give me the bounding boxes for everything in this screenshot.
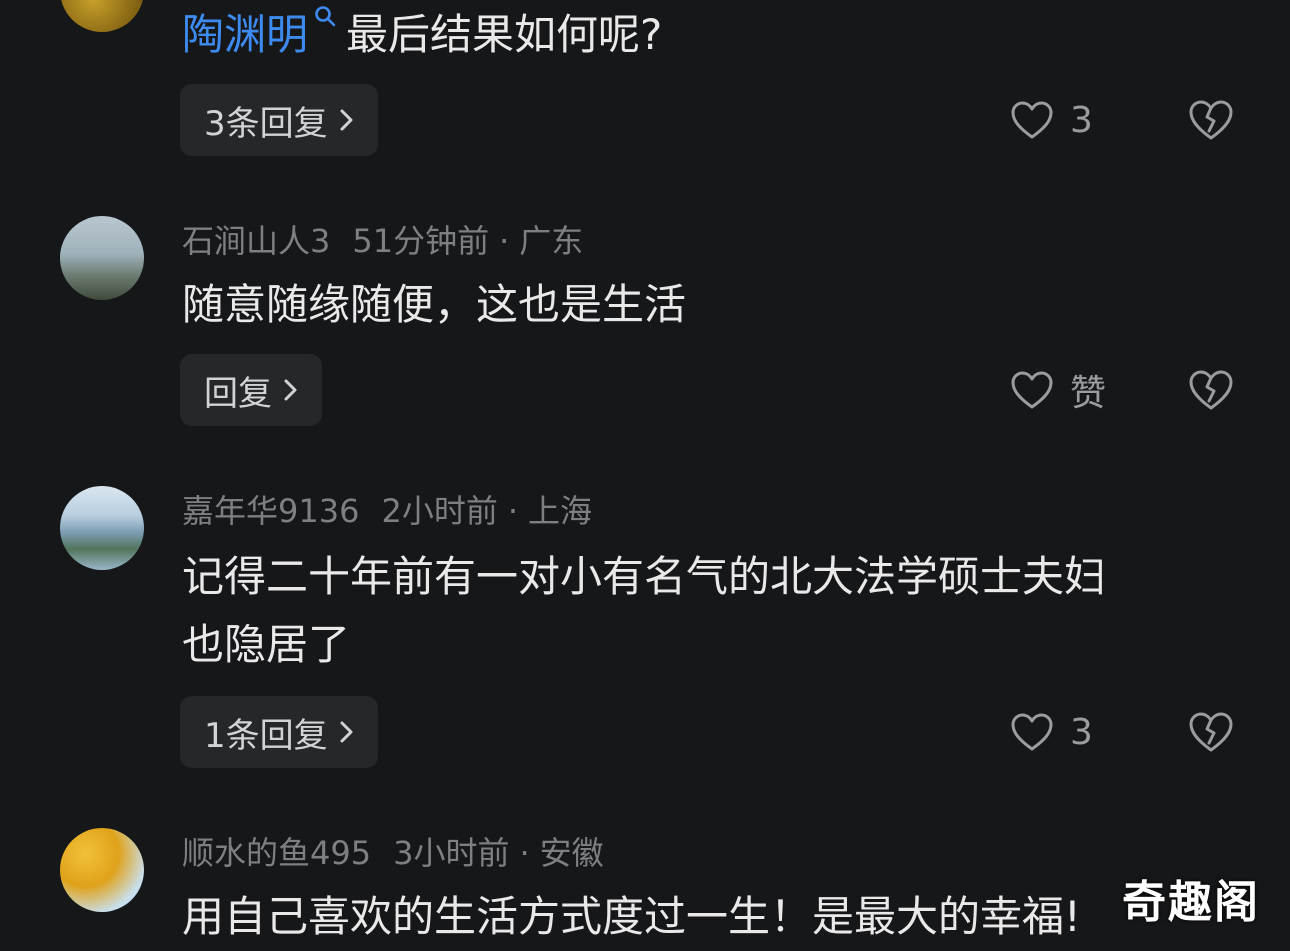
chevron-right-icon <box>340 109 353 131</box>
replies-label: 3条回复 <box>204 103 328 144</box>
separator: · <box>499 222 510 260</box>
comment-text-line2: 也隐居了 <box>182 620 351 669</box>
location: 上海 <box>528 492 593 530</box>
dislike-button[interactable] <box>1188 84 1234 156</box>
heart-icon <box>1011 371 1053 409</box>
comment-text: 随意随缘随便，这也是生活 <box>182 280 687 329</box>
watermark: 奇趣阁 <box>1122 877 1260 928</box>
broken-heart-icon <box>1189 712 1233 752</box>
replies-label: 回复 <box>204 373 272 414</box>
replies-label: 1条回复 <box>204 715 328 756</box>
like-count: 3 <box>1070 99 1093 141</box>
avatar[interactable] <box>60 486 144 570</box>
broken-heart-icon <box>1189 100 1233 140</box>
avatar[interactable] <box>60 216 144 300</box>
avatar[interactable] <box>60 0 144 32</box>
broken-heart-icon <box>1189 370 1233 410</box>
username[interactable]: 石涧山人3 <box>182 222 330 260</box>
separator: · <box>507 492 518 530</box>
username[interactable]: 顺水的鱼495 <box>182 834 371 872</box>
chevron-right-icon <box>284 379 297 401</box>
like-button[interactable]: 赞 <box>1010 354 1106 426</box>
search-icon[interactable] <box>314 0 336 27</box>
comment-meta: 石涧山人3 51分钟前 · 广东 <box>182 216 583 262</box>
separator: · <box>519 834 530 872</box>
comment-text: 陶渊明 最后结果如何呢? <box>182 2 662 68</box>
dislike-button[interactable] <box>1188 354 1234 426</box>
view-replies-button[interactable]: 3条回复 <box>180 84 378 156</box>
avatar[interactable] <box>60 828 144 912</box>
like-button[interactable]: 3 <box>1010 84 1093 156</box>
view-replies-button[interactable]: 1条回复 <box>180 696 378 768</box>
chevron-right-icon <box>340 721 353 743</box>
comment-text-line1: 记得二十年前有一对小有名气的北大法学硕士夫妇 <box>182 552 1107 601</box>
like-count: 3 <box>1070 711 1093 753</box>
username[interactable]: 嘉年华9136 <box>182 492 359 530</box>
comment-meta: 嘉年华9136 2小时前 · 上海 <box>182 486 592 532</box>
timestamp: 3小时前 <box>393 834 510 872</box>
location: 广东 <box>519 222 584 260</box>
heart-icon <box>1011 713 1053 751</box>
location: 安徽 <box>539 834 604 872</box>
dislike-button[interactable] <box>1188 696 1234 768</box>
mention-link[interactable]: 陶渊明 <box>182 10 308 59</box>
heart-icon <box>1011 101 1053 139</box>
reply-button[interactable]: 回复 <box>180 354 322 426</box>
like-count: 赞 <box>1070 373 1107 414</box>
comment-meta: 顺水的鱼495 3小时前 · 安徽 <box>182 828 604 874</box>
comment-text: 用自己喜欢的生活方式度过一生！是最大的幸福! <box>182 892 1081 941</box>
timestamp: 2小时前 <box>381 492 498 530</box>
timestamp: 51分钟前 <box>352 222 490 260</box>
like-button[interactable]: 3 <box>1010 696 1093 768</box>
comment-body: 最后结果如何呢? <box>346 10 663 59</box>
comment-section: 陶渊明 最后结果如何呢? 3条回复 3 石涧山人3 51分钟前 · 广东 随意随缘随便，… <box>0 0 1290 951</box>
